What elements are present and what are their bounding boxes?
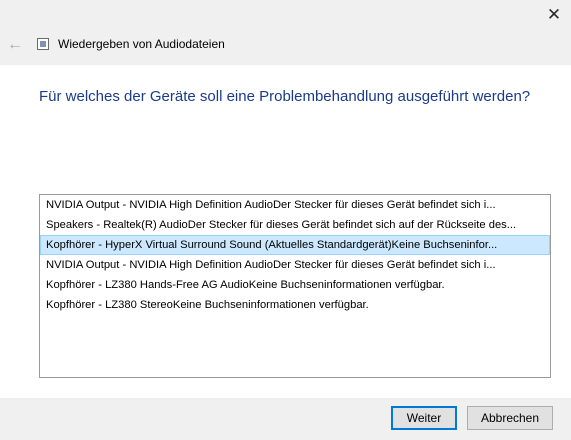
device-list-item[interactable]: NVIDIA Output - NVIDIA High Definition A… <box>40 195 550 215</box>
device-list-item[interactable]: NVIDIA Output - NVIDIA High Definition A… <box>40 255 550 275</box>
device-list-item[interactable]: Speakers - Realtek(R) AudioDer Stecker f… <box>40 215 550 235</box>
device-list-item-selected[interactable]: Kopfhörer - HyperX Virtual Surround Soun… <box>40 235 550 255</box>
button-bar: Weiter Abbrechen <box>0 398 571 440</box>
next-button[interactable]: Weiter <box>391 406 457 430</box>
cancel-button[interactable]: Abbrechen <box>467 406 553 430</box>
window-title: Wiedergeben von Audiodateien <box>58 37 225 51</box>
close-icon[interactable]: ✕ <box>537 0 571 30</box>
main-content: Für welches der Geräte soll eine Problem… <box>0 65 571 398</box>
back-arrow-icon[interactable]: ← <box>5 35 25 55</box>
device-list[interactable]: NVIDIA Output - NVIDIA High Definition A… <box>39 194 551 378</box>
troubleshooter-app-icon <box>37 38 49 50</box>
title-bar: ✕ ← Wiedergeben von Audiodateien <box>0 0 571 65</box>
device-list-item[interactable]: Kopfhörer - LZ380 Hands-Free AG AudioKei… <box>40 275 550 295</box>
page-heading: Für welches der Geräte soll eine Problem… <box>39 88 531 105</box>
device-list-item[interactable]: Kopfhörer - LZ380 StereoKeine Buchseninf… <box>40 295 550 315</box>
